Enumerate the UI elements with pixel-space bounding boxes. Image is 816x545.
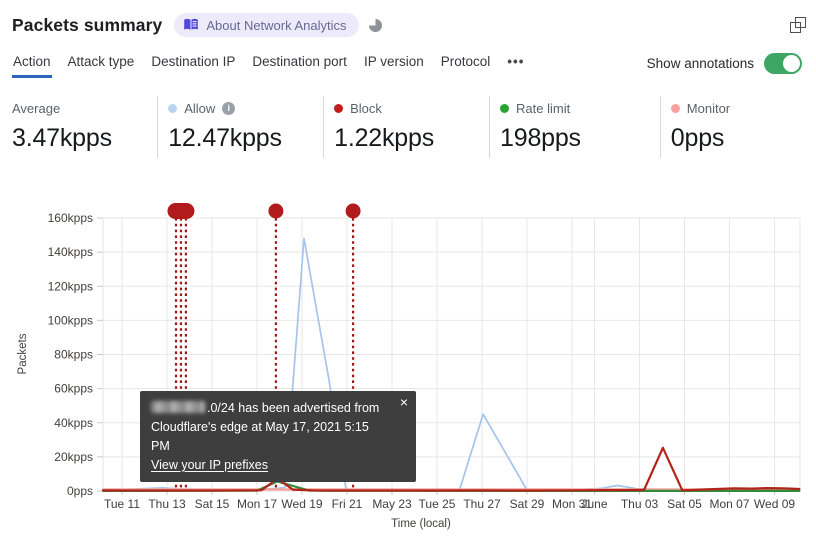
network-analytics-panel: Tue 11 Thu 13 Sat 15 Mon 17 Wed 19 Fri 21 May … (0, 0, 816, 545)
x-tick-label: Mon 07 (709, 497, 749, 511)
y-axis-title: Packets (17, 333, 29, 374)
annotation-marker-pill[interactable] (167, 203, 195, 219)
stat-label: Block (350, 100, 382, 116)
stat-allow: Allow i 12.47kpps (157, 96, 323, 158)
x-tick-label: Wed 19 (281, 497, 322, 511)
x-tick-label: Tue 25 (419, 497, 456, 511)
pie-chart-icon (368, 18, 382, 32)
info-icon[interactable]: i (222, 101, 236, 115)
monitor-dot-icon (670, 103, 680, 113)
y-tick-label: 140kpps (48, 245, 93, 259)
header: Packets summary About Network Analytics (12, 10, 806, 40)
about-network-analytics-badge[interactable]: About Network Analytics (174, 13, 359, 37)
tooltip-text: .0/24 has been advertised from Cloudflar… (151, 401, 380, 472)
toggle-knob (783, 54, 800, 72)
stat-value: 12.47kpps (168, 124, 282, 152)
x-tick-label: Sat 29 (510, 497, 545, 511)
y-tick-label: 160kpps (48, 211, 93, 225)
stat-label: Rate limit (516, 100, 571, 116)
view-ip-prefixes-link[interactable]: View your IP prefixes (151, 458, 268, 472)
y-tick-label: 80kpps (54, 348, 93, 362)
y-tick-label: 20kpps (54, 450, 93, 464)
show-annotations-label: Show annotations (646, 55, 754, 71)
tab-destination-port[interactable]: Destination port (251, 48, 348, 78)
page-title: Packets summary (12, 14, 163, 35)
x-tick-label: Wed 09 (754, 497, 795, 511)
allow-dot-icon (168, 103, 178, 113)
y-tick-label: 100kpps (48, 313, 93, 327)
y-tick-label: 40kpps (54, 416, 93, 430)
x-tick-label: Sat 15 (195, 497, 230, 511)
stat-block: Block 1.22kpps (323, 96, 489, 158)
popout-icon-front (795, 17, 806, 28)
x-tick-label: Thu 27 (463, 497, 501, 511)
stat-value: 3.47kpps (12, 124, 112, 152)
x-tick-label: Mon 17 (237, 497, 277, 511)
stat-value: 0pps (670, 124, 725, 152)
tab-more-icon[interactable]: ••• (506, 48, 525, 78)
block-dot-icon (334, 103, 344, 113)
annotation-marker-dot[interactable] (268, 203, 284, 219)
annotation-tooltip: × .0/24 has been advertised from Cloudfl… (140, 391, 416, 482)
x-tick-label: Thu 13 (148, 497, 186, 511)
tab-attack-type[interactable]: Attack type (67, 48, 136, 78)
y-tick-label: 120kpps (48, 279, 93, 293)
close-icon[interactable]: × (400, 394, 408, 410)
stat-label: Allow (184, 100, 216, 116)
tab-action[interactable]: Action (12, 48, 52, 78)
stat-label: Monitor (686, 100, 731, 116)
tab-destination-ip[interactable]: Destination IP (150, 48, 236, 78)
x-tick-label: June (581, 497, 607, 511)
x-tick-label: Fri 21 (332, 497, 363, 511)
tab-bar: Action Attack type Destination IP Destinati… (12, 48, 525, 78)
show-annotations-toggle[interactable] (764, 52, 802, 74)
badge-label: About Network Analytics (206, 17, 347, 33)
stat-average: Average 3.47kpps (12, 96, 157, 158)
y-tick-label: 0pps (67, 484, 93, 498)
redacted-ip-prefix (151, 401, 205, 413)
stat-rate-limit: Rate limit 198pps (489, 96, 660, 158)
stat-value: 198pps (500, 124, 581, 152)
tab-row: Action Attack type Destination IP Destinati… (12, 48, 802, 78)
stat-value: 1.22kpps (334, 124, 434, 152)
popout-icon[interactable] (790, 17, 806, 33)
x-tick-label: Thu 03 (621, 497, 659, 511)
stat-monitor: Monitor 0pps (659, 96, 816, 158)
x-tick-label: May 23 (372, 497, 412, 511)
rate-limit-dot-icon (500, 103, 510, 113)
show-annotations-control: Show annotations (646, 52, 802, 74)
tab-protocol[interactable]: Protocol (440, 48, 492, 78)
x-axis-title: Time (local) (391, 518, 451, 530)
tab-ip-version[interactable]: IP version (363, 48, 425, 78)
stats-row: Average 3.47kpps Allow i 12.47kpps Block 1.22k… (12, 96, 816, 158)
x-tick-label: Sat 05 (667, 497, 702, 511)
x-tick-label: Tue 11 (104, 497, 140, 511)
y-tick-label: 60kpps (54, 382, 93, 396)
stat-label: Average (12, 100, 61, 116)
book-icon (184, 18, 199, 30)
annotation-marker-dot[interactable] (345, 203, 361, 219)
